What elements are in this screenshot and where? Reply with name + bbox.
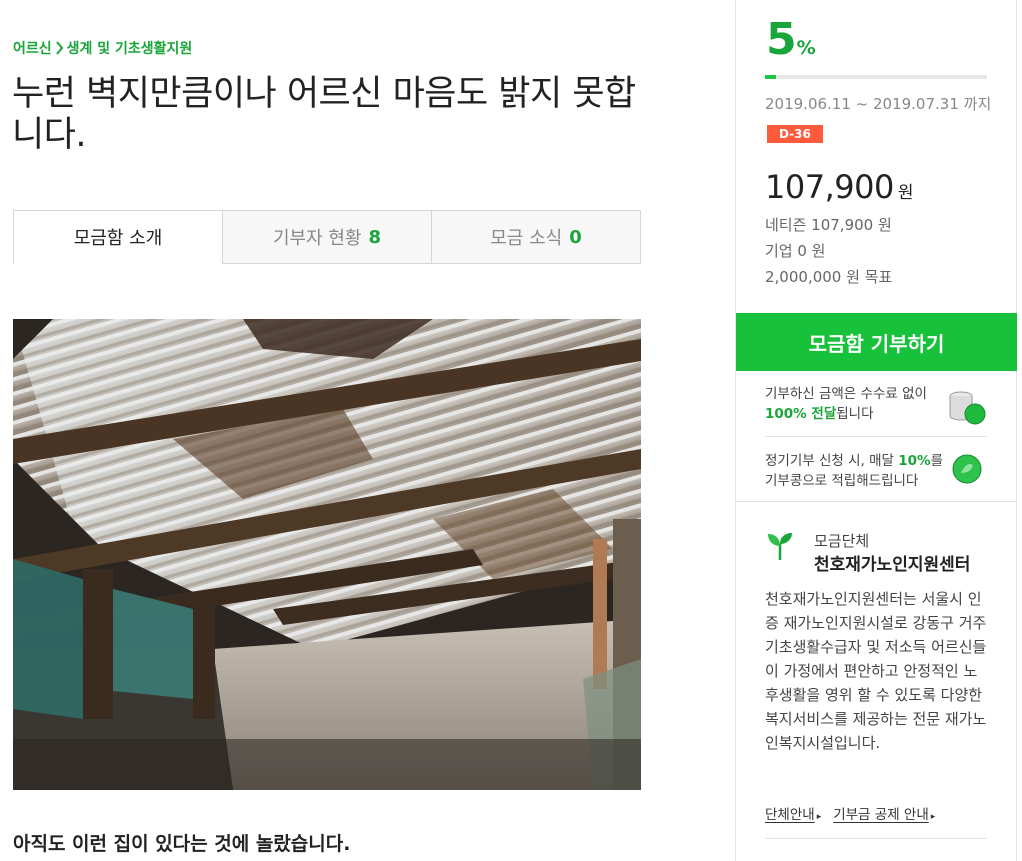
regular-notice-text: 정기기부 신청 시, 매달: [765, 453, 899, 469]
org-info-link[interactable]: 단체안내 ▸: [765, 803, 821, 823]
page-title: 누런 벽지만큼이나 어르신 마음도 밝지 못합니다.: [12, 74, 636, 155]
tab-label: 모금 소식: [490, 228, 563, 249]
caret-right-icon: ▸: [930, 812, 936, 822]
regular-notice-suffix: 를: [930, 453, 943, 469]
sprout-icon: [768, 533, 792, 560]
chevron-right-icon: [55, 41, 63, 55]
organization-label: 모금단체: [814, 532, 870, 550]
story-subheading: 아직도 이런 집이 있다는 것에 놀랐습니다.: [13, 833, 351, 855]
divider: [765, 838, 987, 839]
damaged-roof-image: [13, 319, 641, 790]
regular-notice-highlight: 10%: [898, 453, 931, 469]
tab-bar: 모금함 소개 기부자 현황 8 모금 소식 0: [13, 210, 641, 264]
corporate-amount: 기업 0 원: [765, 242, 826, 260]
organization-name[interactable]: 천호재가노인지원센터: [814, 550, 970, 575]
raised-amount: 107,900 원: [765, 168, 913, 206]
section-divider: [736, 501, 1017, 502]
fee-notice-text: 기부하신 금액은 수수료 없이: [765, 386, 927, 402]
raised-amount-value: 107,900: [765, 168, 894, 206]
amount-breakdown: 네티즌 107,900 원 기업 0 원 2,000,000 원 목표: [765, 212, 892, 290]
tax-deduction-link[interactable]: 기부금 공제 안내 ▸: [833, 803, 935, 823]
dday-badge: D-36: [767, 125, 823, 143]
organization-description: 천호재가노인지원센터는 서울시 인증 재가노인지원시설로 강동구 거주 기초생활…: [765, 590, 987, 752]
tab-news[interactable]: 모금 소식 0: [431, 210, 641, 264]
progress-percent: 5%: [766, 14, 816, 65]
tax-deduction-link-label: 기부금 공제 안내: [833, 807, 929, 823]
tab-count: 0: [569, 226, 582, 248]
breadcrumb: 어르신 생계 및 기초생활지원: [13, 38, 192, 58]
story-photo: [13, 319, 641, 790]
raised-amount-unit: 원: [897, 183, 914, 203]
progress-bar-fill: [765, 75, 777, 79]
caret-right-icon: ▸: [816, 812, 822, 822]
campaign-period: 2019.06.11 ~ 2019.07.31 까지: [765, 95, 992, 113]
progress-bar: [765, 75, 987, 79]
divider: [765, 436, 987, 437]
percent-unit: %: [796, 37, 816, 59]
fee-notice-suffix: 됩니다: [836, 406, 874, 422]
tab-label: 기부자 현황: [272, 228, 362, 249]
tab-donors[interactable]: 기부자 현황 8: [222, 210, 432, 264]
fee-notice-highlight: 100% 전달: [765, 406, 837, 422]
breadcrumb-category-link[interactable]: 어르신: [13, 38, 52, 58]
org-info-link-label: 단체안내: [765, 807, 815, 823]
regular-notice-text-2: 기부콩으로 적립해드립니다: [765, 473, 919, 489]
coins-icon: [949, 391, 986, 425]
tab-count: 8: [368, 226, 382, 248]
organization-links: 단체안내 ▸ 기부금 공제 안내 ▸: [765, 803, 935, 823]
netizen-amount: 네티즌 107,900 원: [765, 216, 892, 234]
percent-value: 5: [766, 14, 797, 65]
tab-label: 모금함 소개: [73, 228, 163, 249]
goal-amount: 2,000,000 원 목표: [765, 268, 893, 286]
tab-introduction[interactable]: 모금함 소개: [13, 210, 223, 264]
campaign-sidebar: 5% 2019.06.11 ~ 2019.07.31 까지 D-36 107,9…: [735, 0, 1017, 861]
donate-button[interactable]: 모금함 기부하기: [736, 313, 1017, 371]
breadcrumb-subcategory-link[interactable]: 생계 및 기초생활지원: [67, 38, 193, 58]
bean-icon: [952, 454, 982, 484]
